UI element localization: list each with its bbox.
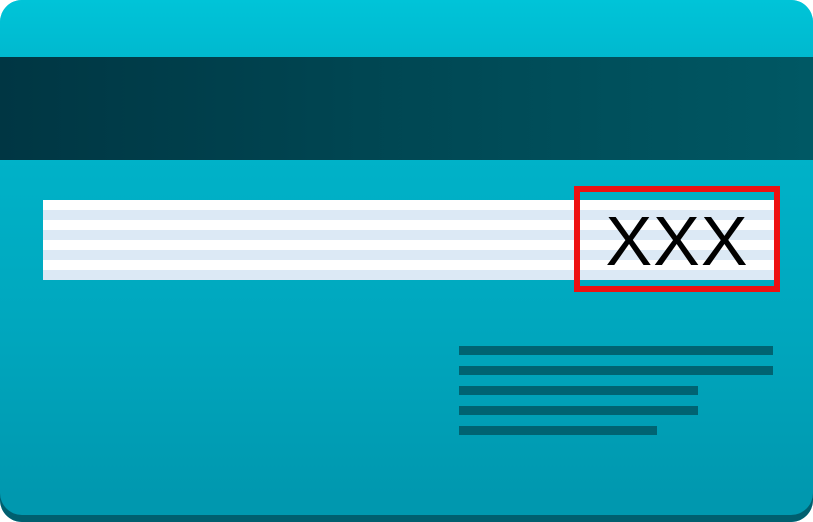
info-line-1 (459, 346, 773, 355)
magnetic-stripe (0, 57, 813, 160)
cvv-highlight-box: XXX (574, 186, 780, 292)
card-top-edge (0, 0, 813, 57)
credit-card-back: XXX (0, 0, 813, 522)
info-line-2 (459, 366, 773, 375)
cvv-code: XXX (605, 202, 749, 280)
info-line-3 (459, 386, 698, 395)
info-line-4 (459, 406, 698, 415)
info-line-5 (459, 426, 657, 435)
